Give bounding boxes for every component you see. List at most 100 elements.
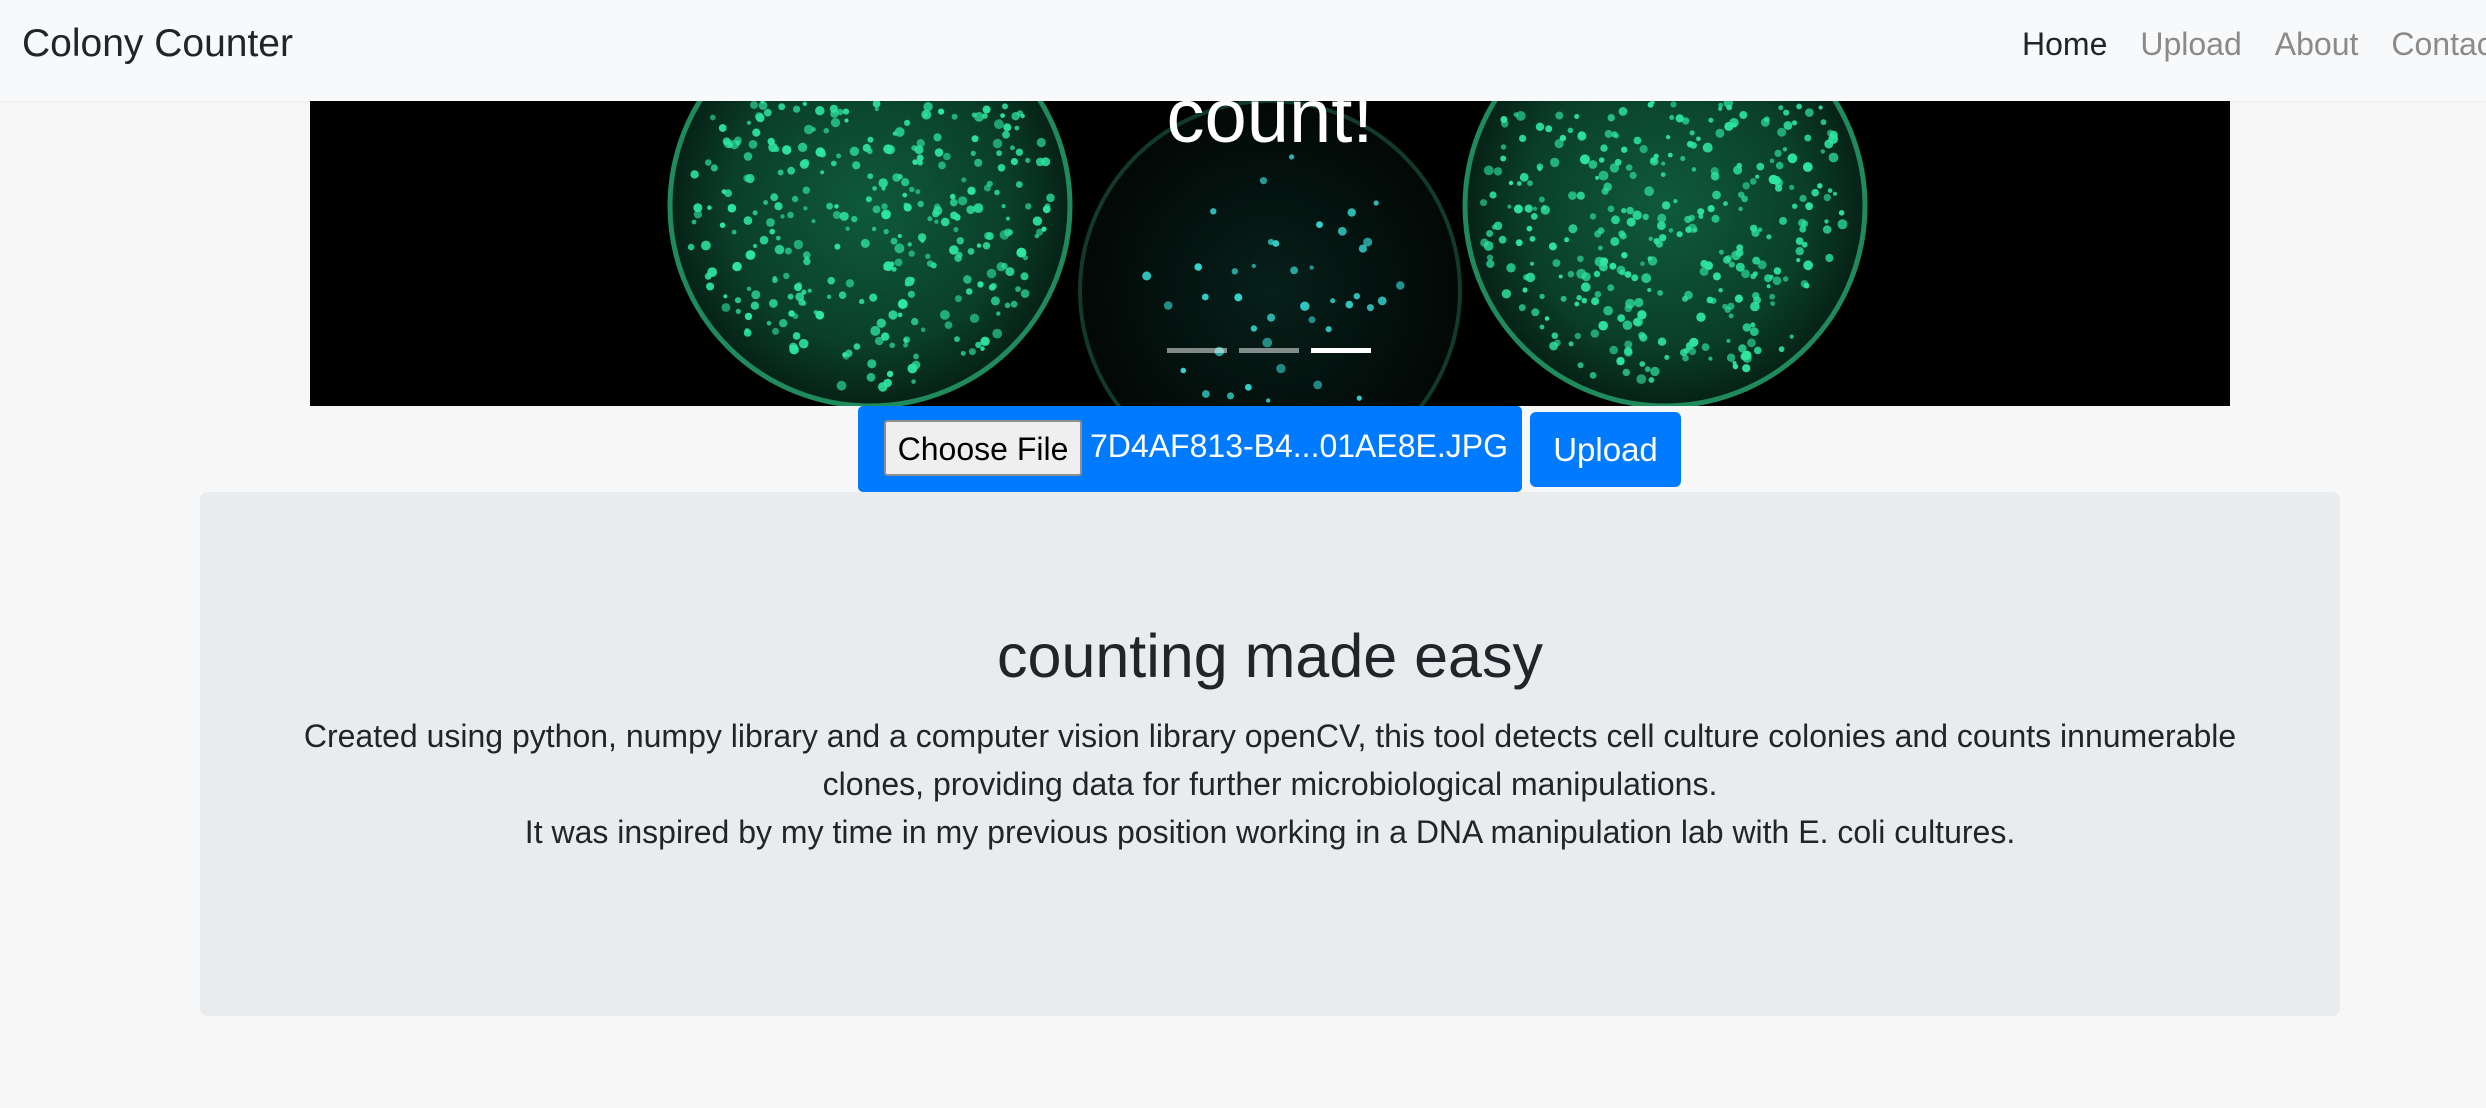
colony-dot bbox=[811, 219, 816, 224]
choose-file-button[interactable]: Choose File bbox=[884, 420, 1082, 476]
colony-dot bbox=[881, 209, 891, 220]
colony-dot bbox=[1530, 213, 1538, 220]
colony-dot bbox=[1506, 263, 1516, 273]
colony-dot bbox=[1657, 290, 1663, 296]
colony-dot bbox=[1005, 267, 1015, 277]
colony-dot bbox=[746, 286, 752, 291]
colony-dot bbox=[1356, 395, 1362, 401]
colony-dot bbox=[960, 350, 966, 356]
colony-dot bbox=[1142, 271, 1152, 281]
file-upload-form: Choose File 7D4AF813-B4...01AE8E.JPG bbox=[858, 406, 1522, 492]
nav-link-contact[interactable]: Contac bbox=[2391, 26, 2486, 63]
carousel-indicator-3[interactable] bbox=[1311, 348, 1371, 353]
colony-dot bbox=[992, 328, 1003, 339]
colony-dot bbox=[913, 353, 919, 360]
colony-dot bbox=[1532, 206, 1538, 211]
colony-dot bbox=[1632, 210, 1642, 220]
colony-dot bbox=[783, 272, 790, 280]
colony-dot bbox=[1574, 301, 1580, 307]
colony-dot bbox=[1653, 238, 1661, 245]
colony-dot bbox=[1330, 298, 1336, 304]
colony-dot bbox=[845, 279, 855, 288]
colony-dot bbox=[775, 235, 781, 241]
colony-dot bbox=[832, 211, 841, 219]
colony-dot bbox=[1696, 312, 1706, 322]
colony-dot bbox=[976, 243, 982, 248]
colony-dot bbox=[706, 282, 715, 291]
colony-dot bbox=[881, 332, 890, 341]
colony-dot bbox=[1015, 286, 1021, 292]
carousel-indicator-2[interactable] bbox=[1239, 348, 1299, 353]
colony-dot bbox=[909, 277, 915, 283]
colony-dot bbox=[1805, 202, 1813, 211]
colony-dot bbox=[894, 243, 905, 254]
colony-dot bbox=[1231, 268, 1238, 275]
colony-dot bbox=[1539, 293, 1545, 300]
colony-dot bbox=[886, 370, 894, 378]
carousel-indicators bbox=[1167, 348, 1371, 353]
colony-dot bbox=[1772, 276, 1782, 286]
colony-dot bbox=[1007, 229, 1014, 235]
colony-dot bbox=[1749, 178, 1757, 185]
colony-dot bbox=[980, 336, 990, 346]
colony-dot bbox=[881, 186, 886, 191]
colony-dot bbox=[691, 219, 697, 225]
colony-dot bbox=[1519, 172, 1529, 182]
colony-dot bbox=[889, 342, 895, 349]
colony-dot bbox=[787, 211, 794, 219]
colony-dot bbox=[1636, 374, 1647, 384]
colony-dot bbox=[1795, 247, 1804, 256]
colony-dot bbox=[1598, 320, 1608, 331]
colony-dot bbox=[1524, 204, 1533, 213]
carousel-indicator-1[interactable] bbox=[1167, 348, 1227, 353]
colony-dot bbox=[1595, 175, 1600, 180]
colony-dot bbox=[853, 343, 861, 350]
colony-dot bbox=[897, 173, 903, 180]
colony-dot bbox=[897, 312, 903, 318]
colony-dot bbox=[1607, 205, 1615, 213]
colony-dot bbox=[903, 336, 911, 344]
colony-dot bbox=[1202, 390, 1210, 398]
colony-dot bbox=[693, 210, 702, 219]
colony-dot bbox=[1032, 216, 1043, 226]
colony-dot bbox=[1827, 188, 1833, 193]
colony-dot bbox=[1259, 177, 1268, 185]
colony-dot bbox=[1803, 260, 1813, 271]
colony-dot bbox=[1309, 265, 1314, 270]
colony-dot bbox=[1766, 284, 1771, 289]
colony-dot bbox=[1227, 392, 1234, 400]
hero-carousel[interactable]: count! bbox=[310, 101, 2230, 406]
colony-dot bbox=[1551, 332, 1559, 339]
colony-dot bbox=[1718, 288, 1723, 293]
colony-dot bbox=[901, 178, 910, 187]
nav-link-about[interactable]: About bbox=[2275, 26, 2359, 63]
colony-dot bbox=[1750, 273, 1757, 280]
colony-dot bbox=[897, 299, 908, 309]
colony-dot bbox=[745, 250, 756, 260]
colony-dot bbox=[1576, 268, 1587, 279]
nav-link-upload[interactable]: Upload bbox=[2140, 26, 2241, 63]
colony-dot bbox=[860, 238, 870, 248]
colony-dot bbox=[944, 321, 953, 329]
colony-dot bbox=[1642, 213, 1649, 220]
colony-dot bbox=[996, 311, 1001, 316]
colony-dot bbox=[1508, 180, 1514, 186]
colony-dot bbox=[852, 161, 861, 170]
colony-dot bbox=[1568, 224, 1578, 234]
colony-dot bbox=[1726, 338, 1731, 343]
colony-dot bbox=[1493, 167, 1503, 176]
colony-dot bbox=[917, 200, 924, 208]
colony-dot bbox=[752, 210, 758, 216]
colony-dot bbox=[872, 205, 881, 214]
colony-dot bbox=[1529, 236, 1536, 242]
navbar-brand[interactable]: Colony Counter bbox=[22, 22, 293, 67]
upload-button[interactable]: Upload bbox=[1530, 412, 1681, 487]
colony-dot bbox=[903, 342, 909, 348]
colony-dot bbox=[772, 277, 778, 284]
colony-dot bbox=[1523, 274, 1530, 281]
colony-dot bbox=[1250, 325, 1258, 332]
nav-link-home[interactable]: Home bbox=[2022, 26, 2107, 63]
colony-dot bbox=[1801, 241, 1808, 248]
colony-dot bbox=[701, 240, 711, 251]
colony-dot bbox=[1684, 215, 1692, 224]
